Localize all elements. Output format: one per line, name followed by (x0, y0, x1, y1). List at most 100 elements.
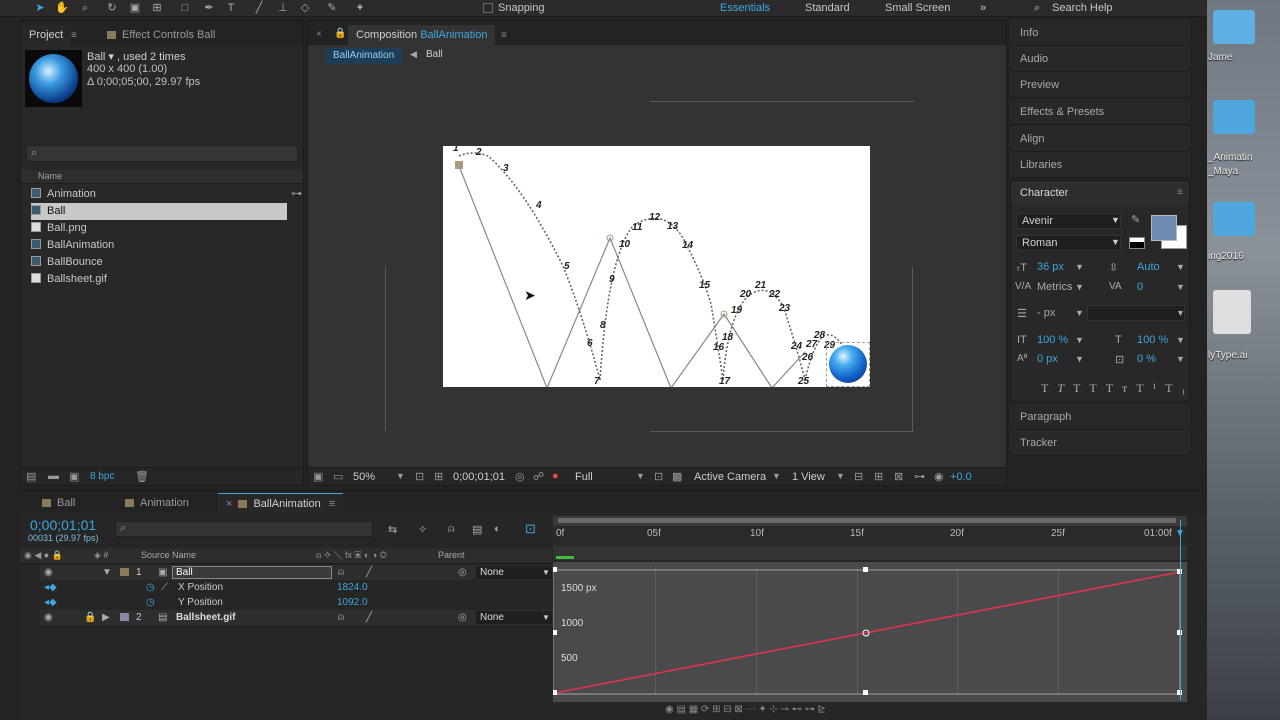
shy-layers-icon[interactable]: ⍝ (448, 523, 455, 536)
baseline-shift-value[interactable]: 0 px (1037, 353, 1058, 365)
stroke-width-value[interactable]: - px (1037, 307, 1055, 319)
hand-tool-icon[interactable]: ✋ (55, 1, 69, 15)
list-item[interactable]: Ballsheet.gif (31, 271, 287, 288)
pan-behind-tool-icon[interactable]: ⊞ (150, 1, 164, 15)
faux-bold-icon[interactable]: T (1041, 381, 1057, 395)
list-item[interactable]: Ball.png (31, 220, 287, 237)
exposure-icon[interactable]: ◉ (934, 470, 944, 483)
pickwhip-icon[interactable]: ◎ (458, 565, 467, 580)
rotate-tool-icon[interactable]: ↻ (105, 1, 119, 15)
show-snapshot-icon[interactable]: ☍ (533, 470, 544, 483)
frame-blending-icon[interactable]: ▤ (472, 523, 482, 536)
brush-tool-icon[interactable]: ╱ (252, 1, 266, 15)
parent-select[interactable]: None (476, 611, 552, 624)
small-caps-icon[interactable]: Tт (1106, 381, 1137, 395)
tab-animation[interactable]: Animation (117, 493, 197, 513)
parent-select[interactable]: None (476, 566, 552, 579)
snapping-checkbox[interactable] (483, 3, 493, 13)
desktop-file-icon[interactable] (1213, 10, 1255, 44)
eye-icon[interactable]: ◉ (44, 610, 53, 625)
playhead-icon[interactable]: ▼ (1175, 528, 1185, 539)
transform-handle[interactable] (553, 567, 557, 572)
position-curve[interactable] (554, 571, 1181, 694)
desktop-file-icon[interactable] (1213, 290, 1251, 334)
transparency-grid-icon[interactable]: ▩ (672, 470, 682, 483)
eyedropper-icon[interactable]: ✎ (1131, 213, 1140, 226)
workspace-essentials[interactable]: Essentials (720, 2, 770, 14)
current-time[interactable]: 0;00;01;01 (453, 471, 505, 483)
property-value[interactable]: 1092.0 (337, 595, 368, 610)
expand-arrow-icon[interactable]: ▼ (102, 565, 112, 580)
clone-tool-icon[interactable]: ⊥ (276, 1, 290, 15)
flowchart-icon[interactable]: ⊶ (291, 187, 302, 200)
kerning-value[interactable]: Metrics (1037, 281, 1072, 293)
rectangle-tool-icon[interactable]: □ (178, 1, 192, 15)
toggle-pixel-aspect-icon[interactable]: ⊟ (854, 470, 863, 483)
stopwatch-icon[interactable]: ◷ (146, 580, 155, 595)
zoom-select[interactable]: 50% (353, 471, 375, 483)
quality-switch-icon[interactable]: ╱ (366, 610, 372, 625)
resolution-select[interactable]: Full (575, 471, 593, 483)
tab-composition[interactable]: Composition BallAnimation (348, 25, 496, 45)
keyframe-marker[interactable] (455, 161, 463, 169)
panel-menu-icon[interactable]: ≡ (501, 30, 507, 41)
transform-handle[interactable] (553, 690, 557, 695)
ball-layer[interactable] (829, 345, 867, 383)
desktop-file-icon[interactable] (1213, 202, 1255, 236)
graph-tools-icon[interactable]: ◉ ▤ ▦ ⟳ ⊞ ⊟ ⊠ ⋯ ✦ ⊹ ⊸ ⊷ ⊶ ⊵ (665, 704, 826, 715)
subscript-icon[interactable]: T₁ (1165, 381, 1195, 395)
layer-row-1[interactable]: ◉ ▼ 1 ▣ Ball ⍝ ╱ ◎ None ▼ (40, 565, 556, 580)
pickwhip-icon[interactable]: ◎ (458, 610, 467, 625)
panel-effects-presets[interactable]: Effects & Presets (1010, 99, 1190, 125)
exposure-value[interactable]: +0.0 (950, 471, 972, 483)
workspace-more-icon[interactable]: » (980, 2, 986, 14)
search-help-input[interactable]: Search Help (1052, 2, 1113, 14)
views-select[interactable]: 1 View (792, 471, 825, 483)
panel-align[interactable]: Align (1010, 126, 1190, 152)
panel-menu-icon[interactable]: ≡ (1177, 187, 1183, 198)
breadcrumb-layer[interactable]: Ball (426, 49, 443, 60)
layer-name-field[interactable]: Ball (172, 566, 332, 579)
type-tool-icon[interactable]: T (224, 1, 238, 15)
new-composition-icon[interactable]: ▣ (69, 470, 79, 483)
font-family-select[interactable]: Avenir (1016, 213, 1121, 229)
tab-effect-controls[interactable]: Effect Controls Ball (99, 25, 223, 45)
label-color[interactable] (120, 568, 129, 576)
bpc-button[interactable]: 8 bpc (90, 471, 114, 482)
region-of-interest-icon[interactable]: ⊡ (654, 470, 663, 483)
stopwatch-icon[interactable]: ◷ (146, 595, 155, 610)
graph-toggle-icon[interactable]: ⟋ (161, 580, 168, 595)
leading-value[interactable]: Auto (1137, 261, 1160, 273)
breadcrumb-comp[interactable]: BallAnimation (325, 48, 403, 64)
snapshot-icon[interactable]: ◎ (515, 470, 525, 483)
eraser-tool-icon[interactable]: ◇ (298, 1, 312, 15)
graph-editor-icon[interactable]: ⊡ (525, 521, 536, 537)
tsume-value[interactable]: 0 % (1137, 353, 1156, 365)
lock-icon[interactable]: 🔒 (334, 28, 346, 39)
font-style-select[interactable]: Roman (1016, 235, 1121, 251)
timeline-icon[interactable]: ⊠ (894, 470, 903, 483)
timeline-search-input[interactable]: ⌕ (115, 521, 373, 537)
vertical-scale-value[interactable]: 100 % (1037, 334, 1068, 346)
horizontal-scale-value[interactable]: 100 % (1137, 334, 1168, 346)
panel-preview[interactable]: Preview (1010, 72, 1190, 98)
all-caps-icon[interactable]: TT (1073, 381, 1106, 395)
tracking-value[interactable]: 0 (1137, 281, 1143, 293)
expand-arrow-icon[interactable]: ▶ (102, 610, 110, 625)
panel-tracker[interactable]: Tracker (1010, 430, 1190, 456)
fit-icon[interactable]: ⊡ (415, 470, 424, 483)
list-item[interactable]: BallBounce (31, 254, 287, 271)
trash-icon[interactable]: 🗑 (135, 470, 149, 483)
tab-project[interactable]: Project (21, 25, 72, 45)
parent-column[interactable]: Parent (438, 550, 465, 560)
timeline-timecode[interactable]: 0;00;01;01 (30, 517, 96, 533)
workspace-small-screen[interactable]: Small Screen (885, 2, 950, 14)
faux-italic-icon[interactable]: T (1057, 381, 1073, 395)
selection-tool-icon[interactable]: ➤ (33, 1, 47, 15)
project-search-input[interactable]: ⌕ (26, 145, 298, 162)
panel-menu-icon[interactable]: ≡ (71, 30, 77, 41)
workspace-standard[interactable]: Standard (805, 2, 850, 14)
quality-switch-icon[interactable]: ╱ (366, 565, 372, 580)
tab-ballanimation[interactable]: × BallAnimation ≡ (218, 493, 344, 513)
layer-name[interactable]: Ballsheet.gif (176, 610, 235, 625)
